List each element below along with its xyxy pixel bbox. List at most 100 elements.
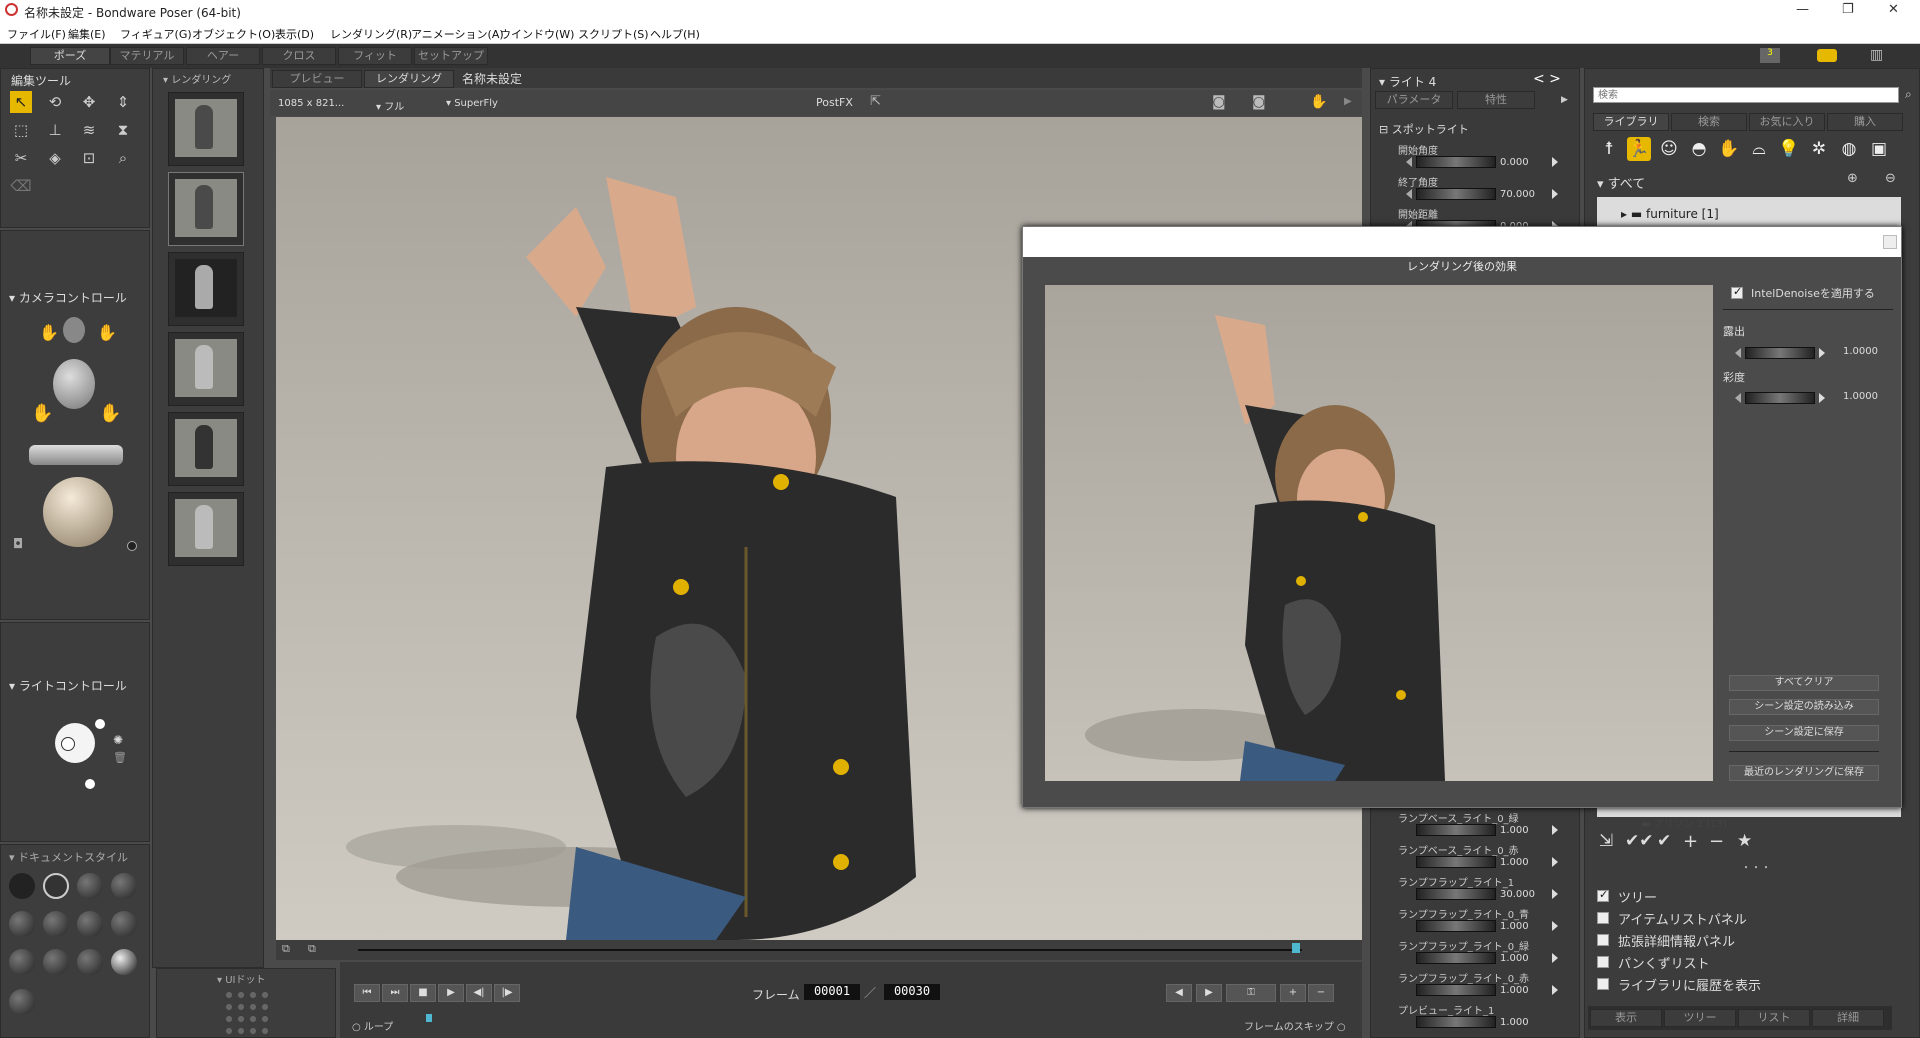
option-breadcrumb-checkbox[interactable] xyxy=(1597,956,1609,968)
morph-tool-icon[interactable]: ✂ xyxy=(10,147,32,169)
library-more-icon[interactable]: ・・・ xyxy=(1741,859,1771,874)
ui-dot-grid[interactable] xyxy=(223,989,269,1035)
camera-snapshot-render-icon[interactable]: ◙ xyxy=(1252,94,1266,110)
option-item-list-checkbox[interactable] xyxy=(1597,912,1609,924)
apply-all-icon[interactable]: ✔✔ xyxy=(1625,831,1654,851)
scrubber-handle[interactable] xyxy=(1292,943,1300,953)
grouping-tool-icon[interactable]: ⊡ xyxy=(78,147,100,169)
chat-icon[interactable] xyxy=(1817,49,1837,62)
tab-render[interactable]: レンダリング xyxy=(364,70,454,88)
next-frame-button[interactable]: |▶ xyxy=(494,984,520,1002)
saturation-inc-arrow[interactable] xyxy=(1819,393,1825,403)
saturation-value[interactable]: 1.0000 xyxy=(1843,391,1878,402)
props-category-icon[interactable]: ⌓ xyxy=(1747,137,1771,161)
exposure-dial[interactable] xyxy=(1745,347,1815,359)
compare-icon[interactable]: ⧉ xyxy=(282,942,290,956)
library-tab-favorites[interactable]: お気に入り xyxy=(1749,113,1825,131)
expressions-category-icon[interactable]: ☺ xyxy=(1657,137,1681,161)
menu-window[interactable]: ウインドウ(W) xyxy=(500,26,574,42)
render-thumbnail-1[interactable] xyxy=(168,92,244,166)
param-value-lamp-base-green[interactable]: 1.000 xyxy=(1500,825,1529,836)
menu-render[interactable]: レンダリング(R) xyxy=(330,26,412,42)
current-frame-field[interactable]: 00001 xyxy=(804,984,860,1000)
cameras-category-icon[interactable]: ✲ xyxy=(1807,137,1831,161)
menu-display[interactable]: 表示(D) xyxy=(275,26,314,42)
param-value-preview-light[interactable]: 1.000 xyxy=(1500,1017,1529,1028)
library-stack-icon[interactable]: ▥ xyxy=(1870,47,1883,63)
orbit-right-icon[interactable]: ✋ xyxy=(99,403,121,424)
param-dial-lamp-base-red[interactable] xyxy=(1416,856,1496,868)
param-value-lamp-flap-green[interactable]: 1.000 xyxy=(1500,953,1529,964)
library-tab-search[interactable]: 検索 xyxy=(1671,113,1747,131)
param-dial-lamp-flap-green[interactable] xyxy=(1416,952,1496,964)
next-key-button[interactable]: ▶ xyxy=(1196,984,1222,1002)
room-cloth[interactable]: クロス xyxy=(262,47,336,65)
param-keyframe-arrow[interactable] xyxy=(1552,985,1558,995)
view-tab-display[interactable]: 表示 xyxy=(1590,1009,1662,1027)
style-hidden-line-icon[interactable] xyxy=(111,873,137,899)
move-xz-control[interactable] xyxy=(29,445,123,465)
eraser-tool-icon[interactable]: ⌫ xyxy=(10,175,32,197)
figures-category-icon[interactable]: ☨ xyxy=(1597,137,1621,161)
render-thumbnail-6[interactable] xyxy=(168,492,244,566)
param-dec-arrow[interactable] xyxy=(1406,189,1412,199)
tab-parameters[interactable]: パラメータ xyxy=(1375,91,1453,109)
option-history-checkbox[interactable] xyxy=(1597,978,1609,990)
total-frames-field[interactable]: 00030 xyxy=(884,984,940,1000)
style-extra-icon[interactable] xyxy=(9,989,35,1015)
param-keyframe-arrow[interactable] xyxy=(1552,889,1558,899)
param-keyframe-arrow[interactable] xyxy=(1552,953,1558,963)
lights-category-icon[interactable]: 💡 xyxy=(1777,137,1801,161)
right-hand-camera-icon[interactable]: ✋ xyxy=(97,323,117,342)
first-frame-button[interactable]: ⏮ xyxy=(354,984,380,1002)
param-value-end-angle[interactable]: 70.000 xyxy=(1500,189,1535,200)
room-pose[interactable]: ポーズ xyxy=(30,47,110,65)
remove-key-button[interactable]: − xyxy=(1308,984,1334,1002)
render-thumbnail-2[interactable] xyxy=(168,172,244,246)
save-to-recent-renders-button[interactable]: 最近のレンダリングに保存 xyxy=(1729,765,1879,781)
timeline-marker[interactable] xyxy=(426,1014,432,1022)
scenes-category-icon[interactable]: ▣ xyxy=(1867,137,1891,161)
hands-category-icon[interactable]: ✋ xyxy=(1717,137,1741,161)
move-z-tool-icon[interactable]: ⇕ xyxy=(112,91,134,113)
param-value-lamp-flap-1[interactable]: 30.000 xyxy=(1500,889,1535,900)
add-runtime-icon[interactable]: ⊕ xyxy=(1847,171,1858,186)
menu-help[interactable]: ヘルプ(H) xyxy=(650,26,700,42)
last-frame-button[interactable]: ⏭ xyxy=(382,984,408,1002)
library-tab-purchase[interactable]: 購入 xyxy=(1827,113,1903,131)
light-indicator-2[interactable] xyxy=(85,779,95,789)
prev-frame-button[interactable]: ◀| xyxy=(466,984,492,1002)
poses-category-icon[interactable]: 🏃 xyxy=(1627,137,1651,161)
param-keyframe-arrow[interactable] xyxy=(1552,157,1558,167)
remove-runtime-icon[interactable]: ⊖ xyxy=(1885,171,1896,186)
hair-category-icon[interactable]: ◓ xyxy=(1687,137,1711,161)
taper-tool-icon[interactable]: ⊥ xyxy=(44,119,66,141)
add-to-scene-icon[interactable]: ⇲ xyxy=(1599,831,1613,851)
skip-frames-option[interactable]: フレームのスキップ ○ xyxy=(1244,1018,1346,1033)
panel-menu-icon[interactable]: ▶ xyxy=(1561,95,1568,105)
style-smooth-lined-icon[interactable] xyxy=(111,949,137,975)
trackball-control[interactable] xyxy=(43,477,113,547)
style-flat-shaded-icon[interactable] xyxy=(43,911,69,937)
apply-icon[interactable]: ✔ xyxy=(1657,831,1671,851)
denoise-checkbox[interactable] xyxy=(1731,285,1743,299)
head-camera-icon[interactable] xyxy=(53,359,95,409)
render-thumbnail-4[interactable] xyxy=(168,332,244,406)
param-dial-lamp-base-green[interactable] xyxy=(1416,824,1496,836)
param-value-lamp-base-red[interactable]: 1.000 xyxy=(1500,857,1529,868)
param-dial-lamp-flap-red[interactable] xyxy=(1416,984,1496,996)
left-hand-camera-icon[interactable]: ✋ xyxy=(39,323,59,342)
delete-light-icon[interactable]: 🗑 xyxy=(113,751,127,764)
tab-properties[interactable]: 特性 xyxy=(1457,91,1535,109)
style-outline-icon[interactable] xyxy=(43,873,69,899)
chain-tool-icon[interactable]: ≋ xyxy=(78,119,100,141)
param-dial-end-angle[interactable] xyxy=(1416,188,1496,200)
room-setup[interactable]: セットアップ xyxy=(414,47,488,65)
face-camera-icon[interactable] xyxy=(63,317,85,343)
orbit-left-icon[interactable]: ✋ xyxy=(31,403,53,424)
render-thumbnail-3[interactable] xyxy=(168,252,244,326)
scale-tool-icon[interactable]: ⬚ xyxy=(10,119,32,141)
render-size[interactable]: 1085 x 821... xyxy=(278,98,344,109)
param-keyframe-arrow[interactable] xyxy=(1552,825,1558,835)
add-light-icon[interactable]: ✺ xyxy=(113,733,123,747)
